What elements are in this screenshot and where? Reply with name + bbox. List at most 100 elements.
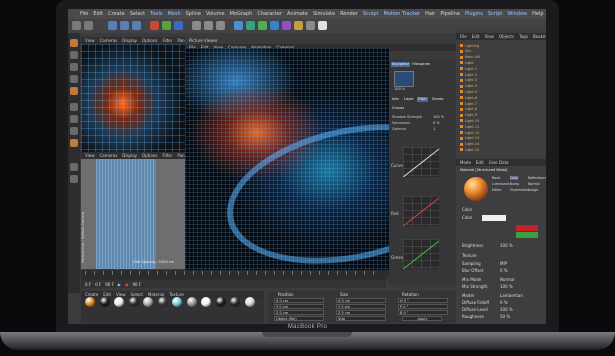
material-swatch[interactable] [99, 297, 110, 307]
menu-item-pipeline[interactable]: Pipeline [440, 11, 460, 17]
y-axis-icon[interactable] [162, 21, 171, 30]
color-picker-green[interactable] [516, 232, 538, 238]
subdivision-icon[interactable] [258, 21, 267, 30]
x-axis-icon[interactable] [150, 21, 159, 30]
master-curve-graph[interactable] [403, 147, 439, 177]
redo-icon[interactable] [84, 21, 93, 30]
record-icon[interactable]: ● [125, 282, 129, 287]
bl-menu-filter[interactable]: Filter [162, 153, 172, 158]
coords-field[interactable]: Y 0 cm [336, 304, 386, 309]
cube-icon[interactable] [234, 21, 243, 30]
top-left-viewport[interactable] [81, 44, 185, 152]
tl-menu-filter[interactable]: Filter [162, 38, 172, 43]
bl-menu-view[interactable]: View [85, 153, 95, 158]
object-row[interactable]: Light.11 [460, 124, 479, 129]
attr-tab-illumination[interactable]: Illumination [510, 188, 529, 192]
value-shadow-strength[interactable]: 100 % [433, 115, 444, 119]
tab-filter[interactable]: Filter [417, 97, 428, 102]
coords-field[interactable]: Z 0 cm [274, 310, 324, 315]
material-swatch[interactable] [143, 297, 153, 307]
menu-item-create[interactable]: Create [108, 11, 125, 17]
menu-item-volume[interactable]: Volume [206, 11, 225, 17]
menu-item-spline[interactable]: Spline [186, 11, 201, 17]
mix-strength-value[interactable]: 100 % [500, 284, 513, 289]
material-swatch[interactable] [215, 297, 226, 307]
om-menu-view[interactable]: View [484, 34, 494, 39]
object-row[interactable]: Light.7 [460, 101, 477, 106]
attr-tab-luminance[interactable]: Luminance [492, 182, 509, 186]
model-value[interactable]: Lambertian [500, 293, 523, 298]
rotate-icon[interactable] [132, 21, 141, 30]
tab-layer[interactable]: Layer [403, 97, 415, 102]
material-swatch[interactable] [186, 297, 197, 307]
scale-icon[interactable] [120, 21, 129, 30]
bl-menu-options[interactable]: Options [142, 153, 157, 158]
render-icon[interactable] [204, 21, 213, 30]
coords-field[interactable]: B 0 ° [398, 310, 448, 315]
polygons-mode-icon[interactable] [70, 87, 78, 95]
menu-item-simulate[interactable]: Simulate [313, 11, 335, 17]
model-mode-icon[interactable] [70, 39, 78, 47]
texture-mode-icon[interactable] [70, 51, 78, 59]
play-icon[interactable]: ▶ [118, 282, 121, 287]
om-menu-edit[interactable]: Edit [472, 34, 480, 39]
attr-tab-editor[interactable]: Editor [492, 188, 501, 192]
undo-icon[interactable] [72, 21, 81, 30]
attr-tab-bump[interactable]: Bump [510, 182, 519, 186]
workplane-icon[interactable] [70, 127, 78, 135]
object-row[interactable]: Light.4 [460, 84, 477, 89]
tl-menu-cameras[interactable]: Cameras [100, 38, 118, 43]
red-curve-graph[interactable] [403, 196, 439, 226]
object-row[interactable]: Sky [460, 49, 471, 54]
viewport-solo-icon[interactable] [70, 175, 78, 183]
object-row[interactable]: Light.14 [460, 142, 479, 147]
om-menu-bookmarks[interactable]: Bookmarks [533, 34, 546, 39]
attr-tab-color[interactable]: Color [510, 176, 519, 180]
coords-field[interactable]: P 0 ° [398, 304, 448, 309]
object-row[interactable]: Light.12 [460, 130, 479, 135]
menu-item-mograph[interactable]: MoGraph [230, 11, 253, 17]
brightness-value[interactable]: 100 % [500, 243, 513, 248]
sampling-value[interactable]: MIP [500, 261, 507, 266]
color-picker-red[interactable] [516, 225, 538, 231]
om-menu-tags[interactable]: Tags [519, 34, 528, 39]
menu-item-render[interactable]: Render [340, 11, 358, 17]
timeline[interactable] [81, 270, 386, 280]
diffuse-level-value[interactable]: 100 % [500, 307, 513, 312]
attr-tab-basic[interactable]: Basic [492, 176, 500, 180]
material-swatch[interactable] [172, 297, 182, 307]
bl-menu-cameras[interactable]: Cameras [100, 153, 118, 158]
mm-menu-create[interactable]: Create [85, 292, 98, 297]
menu-item-plugins[interactable]: Plugins [465, 11, 483, 17]
tab-stereo[interactable]: Stereo [431, 97, 444, 102]
menu-item-animate[interactable]: Animate [287, 11, 308, 17]
timeline-start[interactable]: 0 F [85, 282, 91, 287]
material-swatch[interactable] [128, 297, 139, 307]
object-row[interactable]: Light.13 [460, 136, 479, 141]
green-curve-graph[interactable] [403, 239, 439, 269]
object-row[interactable]: Light.1 [460, 66, 477, 71]
floor-icon[interactable] [294, 21, 303, 30]
tl-menu-display[interactable]: Display [122, 38, 137, 43]
object-row[interactable]: Light.8 [460, 107, 477, 112]
attr-menu-mode[interactable]: Mode [460, 160, 471, 165]
edges-mode-icon[interactable] [70, 75, 78, 83]
value-saturation[interactable]: 0 % [433, 121, 440, 125]
object-row[interactable]: Light.15 [460, 147, 479, 152]
object-row[interactable]: Light.6 [460, 95, 477, 100]
object-row[interactable]: Light.5 [460, 89, 477, 94]
picture-viewer-image[interactable] [185, 48, 389, 270]
om-menu-file[interactable]: File [460, 34, 467, 39]
coords-field[interactable]: X 0 cm [274, 298, 324, 303]
array-icon[interactable] [270, 21, 279, 30]
enable-axis-icon[interactable] [70, 103, 78, 111]
attr-menu-user-data[interactable]: User Data [489, 160, 509, 165]
tab-histogram[interactable]: Histogram [411, 62, 431, 67]
menu-item-hair[interactable]: Hair [425, 11, 435, 17]
menu-item-tools[interactable]: Tools [150, 11, 162, 17]
render-view-icon[interactable] [192, 21, 201, 30]
locked-workplane-icon[interactable] [70, 139, 78, 147]
menu-item-character[interactable]: Character [257, 11, 282, 17]
coords-mode-select[interactable]: Object (Rel) [274, 316, 324, 321]
zoom-value[interactable]: 100 % [394, 87, 405, 91]
